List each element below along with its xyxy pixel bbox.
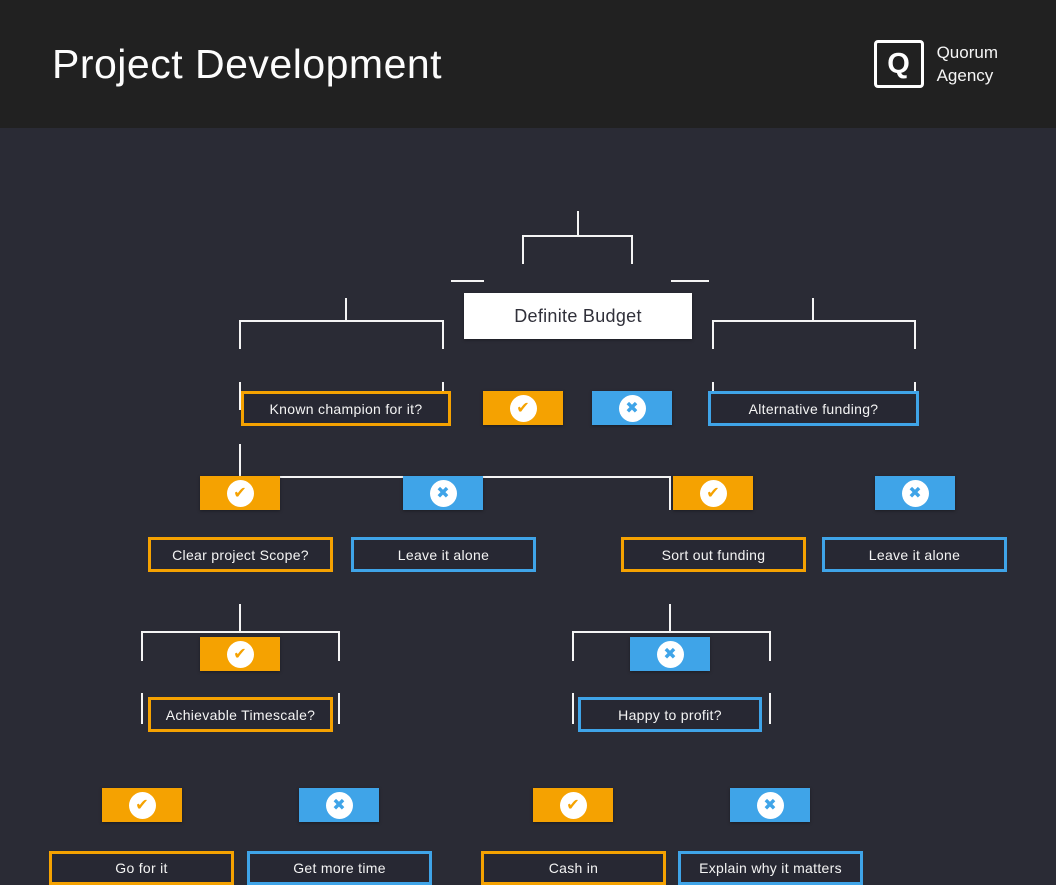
yes-badge: ✔ — [200, 476, 280, 510]
flow-node-explain-why-it-matters: Explain why it matters — [678, 851, 863, 885]
no-badge: ✖ — [630, 637, 710, 671]
flow-node-label: Known champion for it? — [270, 401, 423, 417]
no-badge: ✖ — [875, 476, 955, 510]
flow-node-label: Happy to profit? — [618, 707, 722, 723]
cross-icon: ✖ — [430, 480, 457, 507]
flow-node-get-more-time: Get more time — [247, 851, 432, 885]
no-badge: ✖ — [730, 788, 810, 822]
no-badge: ✖ — [403, 476, 483, 510]
flow-node-leave-it-alone-right: Leave it alone — [822, 537, 1007, 572]
check-icon: ✔ — [510, 395, 537, 422]
flow-node-known-champion: Known champion for it? — [241, 391, 451, 426]
flow-node-label: Leave it alone — [398, 547, 489, 563]
flow-node-label: Explain why it matters — [699, 860, 842, 876]
cross-icon: ✖ — [757, 792, 784, 819]
check-icon: ✔ — [700, 480, 727, 507]
q-logo-icon: Q — [874, 40, 924, 88]
flow-node-leave-it-alone-left: Leave it alone — [351, 537, 536, 572]
header: Project Development Q Quorum Agency — [0, 0, 1056, 128]
flow-node-achievable-timescale: Achievable Timescale? — [148, 697, 333, 732]
yes-badge: ✔ — [200, 637, 280, 671]
flow-node-go-for-it: Go for it — [49, 851, 234, 885]
flow-node-happy-to-profit: Happy to profit? — [578, 697, 762, 732]
flowchart-canvas: Definite Budget ✔ ✖ Known champion for i… — [0, 128, 1056, 816]
brand-logo: Q Quorum Agency — [874, 40, 998, 88]
yes-badge: ✔ — [533, 788, 613, 822]
brand-name: Quorum Agency — [937, 41, 998, 87]
flow-node-label: Leave it alone — [869, 547, 960, 563]
flow-node-label: Get more time — [293, 860, 386, 876]
check-icon: ✔ — [560, 792, 587, 819]
flow-node-label: Alternative funding? — [749, 401, 879, 417]
check-icon: ✔ — [227, 480, 254, 507]
check-icon: ✔ — [129, 792, 156, 819]
check-icon: ✔ — [227, 641, 254, 668]
infographic-page: Project Development Q Quorum Agency Defi… — [0, 0, 1056, 816]
yes-badge: ✔ — [483, 391, 563, 425]
yes-badge: ✔ — [102, 788, 182, 822]
no-badge: ✖ — [299, 788, 379, 822]
flow-node-label: Clear project Scope? — [172, 547, 309, 563]
logo-letter: Q — [887, 50, 910, 79]
cross-icon: ✖ — [902, 480, 929, 507]
flow-node-alternative-funding: Alternative funding? — [708, 391, 919, 426]
flow-node-sort-out-funding: Sort out funding — [621, 537, 806, 572]
cross-icon: ✖ — [326, 792, 353, 819]
cross-icon: ✖ — [657, 641, 684, 668]
flow-node-clear-scope: Clear project Scope? — [148, 537, 333, 572]
flow-node-cash-in: Cash in — [481, 851, 666, 885]
cross-icon: ✖ — [619, 395, 646, 422]
no-badge: ✖ — [592, 391, 672, 425]
flow-node-definite-budget: Definite Budget — [464, 293, 692, 339]
brand-name-line2: Agency — [937, 64, 998, 87]
flow-node-label: Go for it — [115, 860, 168, 876]
brand-name-line1: Quorum — [937, 41, 998, 64]
flow-node-label: Cash in — [549, 860, 599, 876]
flow-node-label: Sort out funding — [662, 547, 766, 563]
yes-badge: ✔ — [673, 476, 753, 510]
page-title: Project Development — [52, 41, 442, 88]
flow-node-label: Definite Budget — [514, 306, 642, 327]
flow-node-label: Achievable Timescale? — [166, 707, 316, 723]
